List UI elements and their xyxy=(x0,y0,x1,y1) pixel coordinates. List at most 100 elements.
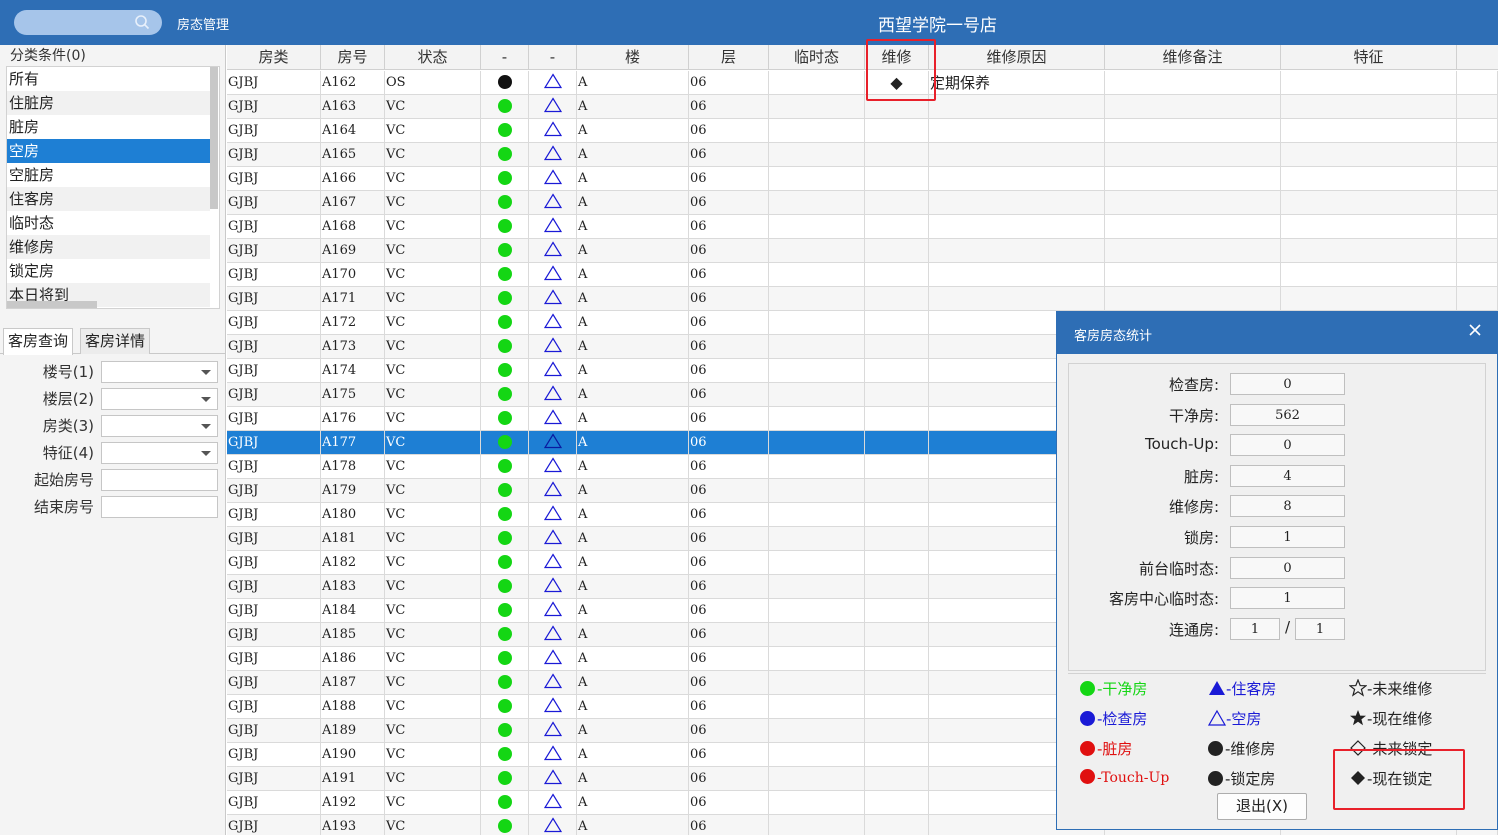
column-floor-header[interactable]: 层 xyxy=(689,45,769,70)
status-cell: VC xyxy=(385,647,481,671)
status-dot-cell xyxy=(481,335,529,359)
table-row[interactable]: GJBJ A166 VC A 06 xyxy=(227,167,1498,191)
table-row[interactable]: GJBJ A171 VC A 06 xyxy=(227,287,1498,311)
column-room-type-header[interactable]: 房类 xyxy=(227,45,321,70)
start-room-input[interactable] xyxy=(101,469,218,491)
stat-value: 1 xyxy=(1230,587,1345,609)
maintenance-cell xyxy=(865,527,929,551)
room-type-select[interactable] xyxy=(101,415,218,437)
table-row[interactable]: GJBJ A163 VC A 06 xyxy=(227,95,1498,119)
column-temp-status-header[interactable]: 临时态 xyxy=(769,45,865,70)
building-select[interactable] xyxy=(101,361,218,383)
floor-select[interactable] xyxy=(101,388,218,410)
table-row[interactable]: GJBJ A169 VC A 06 xyxy=(227,239,1498,263)
table-row[interactable]: GJBJ A170 VC A 06 xyxy=(227,263,1498,287)
status-dot-cell xyxy=(481,479,529,503)
building-cell: A xyxy=(577,359,689,383)
temp-status-cell xyxy=(769,791,865,815)
tab-room-detail[interactable]: 客房详情 xyxy=(80,328,151,354)
category-item[interactable]: 空房 xyxy=(7,139,210,163)
green-dot-icon xyxy=(497,770,512,785)
room-type-cell: GJBJ xyxy=(227,647,321,671)
room-number-cell: A175 xyxy=(321,383,385,407)
floor-cell: 06 xyxy=(689,623,769,647)
floor-cell: 06 xyxy=(689,503,769,527)
column-icon-2-header[interactable]: - xyxy=(529,45,577,70)
filled-star-icon xyxy=(1350,710,1366,726)
status-dot-cell xyxy=(481,767,529,791)
category-item[interactable]: 住脏房 xyxy=(7,91,210,115)
category-list[interactable]: 所有 住脏房 脏房 空房 空脏房 住客房 临时态 维修房 锁定房 本日将到 xyxy=(6,66,220,309)
vacant-triangle-icon xyxy=(543,601,562,617)
category-item[interactable]: 住客房 xyxy=(7,187,210,211)
room-type-cell: GJBJ xyxy=(227,479,321,503)
room-type-cell: GJBJ xyxy=(227,815,321,835)
vacant-triangle-icon xyxy=(543,625,562,641)
category-list-scrollbar[interactable] xyxy=(210,67,218,209)
temp-status-cell xyxy=(769,167,865,191)
tab-room-query[interactable]: 客房查询 xyxy=(3,328,74,355)
category-item[interactable]: 空脏房 xyxy=(7,163,210,187)
vacant-triangle-icon xyxy=(543,577,562,593)
room-number-cell: A163 xyxy=(321,95,385,119)
room-type-cell: GJBJ xyxy=(227,287,321,311)
search-icon[interactable] xyxy=(134,14,150,30)
filled-triangle-icon xyxy=(1209,681,1225,695)
building-cell: A xyxy=(577,191,689,215)
category-item[interactable]: 脏房 xyxy=(7,115,210,139)
maintenance-note-cell xyxy=(1105,119,1281,143)
column-room-number-header[interactable]: 房号 xyxy=(321,45,385,70)
status-cell: OS xyxy=(385,71,481,95)
status-dot-cell xyxy=(481,239,529,263)
link-room-value-2: 1 xyxy=(1295,618,1345,640)
triangle-cell xyxy=(529,215,577,239)
triangle-cell xyxy=(529,551,577,575)
triangle-cell xyxy=(529,383,577,407)
category-item[interactable]: 临时态 xyxy=(7,211,210,235)
dialog-title: 客房房态统计 xyxy=(1074,329,1153,344)
column-maintenance-reason-header[interactable]: 维修原因 xyxy=(929,45,1105,70)
column-building-header[interactable]: 楼 xyxy=(577,45,689,70)
green-dot-icon xyxy=(497,722,512,737)
room-number-cell: A162 xyxy=(321,71,385,95)
category-list-h-scrollbar[interactable] xyxy=(7,301,97,308)
green-dot-icon xyxy=(1080,680,1095,696)
maintenance-reason-cell xyxy=(929,95,1105,119)
temp-status-cell xyxy=(769,359,865,383)
table-row[interactable]: GJBJ A167 VC A 06 xyxy=(227,191,1498,215)
status-dot-cell xyxy=(481,167,529,191)
room-type-cell: GJBJ xyxy=(227,215,321,239)
table-row[interactable]: GJBJ A165 VC A 06 xyxy=(227,143,1498,167)
search-input[interactable] xyxy=(14,10,162,35)
vacant-triangle-icon xyxy=(543,409,562,425)
table-row[interactable]: GJBJ A164 VC A 06 xyxy=(227,119,1498,143)
table-row[interactable]: GJBJ A168 VC A 06 xyxy=(227,215,1498,239)
room-number-cell: A174 xyxy=(321,359,385,383)
green-dot-icon xyxy=(497,482,512,497)
room-number-cell: A167 xyxy=(321,191,385,215)
column-icon-1-header[interactable]: - xyxy=(481,45,529,70)
triangle-cell xyxy=(529,503,577,527)
room-number-cell: A176 xyxy=(321,407,385,431)
extra-cell xyxy=(1457,215,1498,239)
maintenance-cell xyxy=(865,767,929,791)
exit-button[interactable]: 退出(X) xyxy=(1217,793,1307,820)
vacant-triangle-icon xyxy=(543,265,562,281)
category-item[interactable]: 维修房 xyxy=(7,235,210,259)
table-row[interactable]: GJBJ A162 OS A 06 ◆ 定期保养 xyxy=(227,71,1498,95)
category-item[interactable]: 锁定房 xyxy=(7,259,210,283)
column-maintenance-note-header[interactable]: 维修备注 xyxy=(1105,45,1281,70)
column-status-header[interactable]: 状态 xyxy=(385,45,481,70)
maintenance-cell xyxy=(865,143,929,167)
close-icon[interactable] xyxy=(1467,322,1483,338)
end-room-input[interactable] xyxy=(101,496,218,518)
triangle-cell xyxy=(529,335,577,359)
feature-select[interactable] xyxy=(101,442,218,464)
vacant-triangle-icon xyxy=(543,361,562,377)
chevron-down-icon xyxy=(201,370,211,375)
legend-item: -未来维修 xyxy=(1348,678,1432,699)
room-type-cell: GJBJ xyxy=(227,431,321,455)
temp-status-cell xyxy=(769,671,865,695)
column-feature-header[interactable]: 特征 xyxy=(1281,45,1457,70)
category-item[interactable]: 所有 xyxy=(7,67,210,91)
